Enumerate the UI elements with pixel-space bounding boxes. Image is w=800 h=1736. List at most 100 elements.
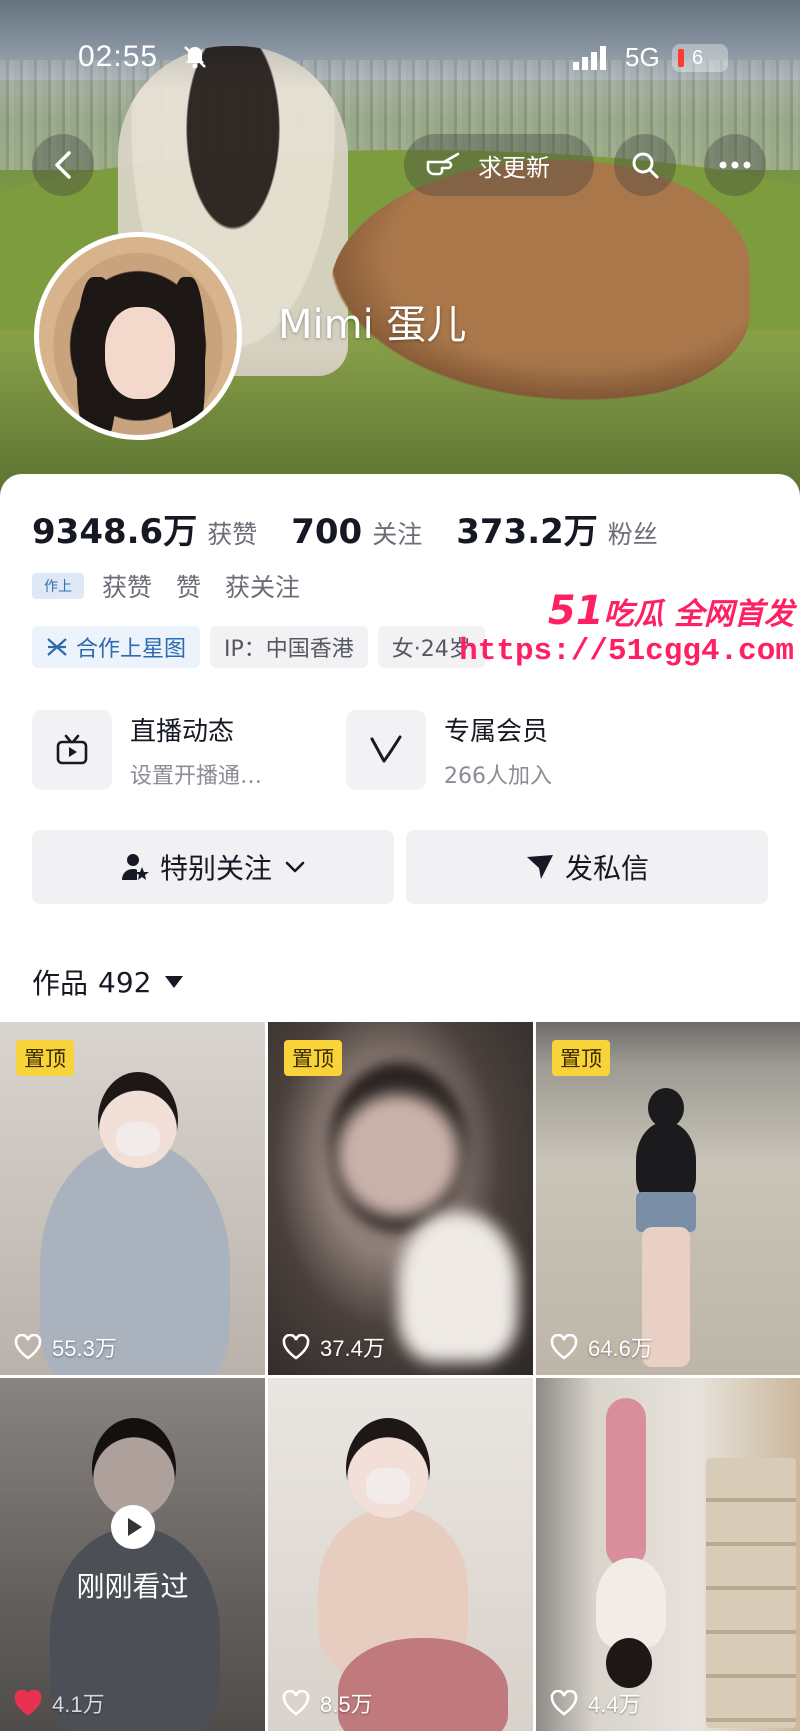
battery-level: 6 bbox=[692, 46, 704, 69]
watermark-brand: 51吃瓜 全网首发 bbox=[548, 588, 794, 634]
tv-icon bbox=[56, 734, 88, 765]
heart-icon bbox=[14, 1334, 42, 1360]
dropdown-caret-icon bbox=[165, 976, 184, 988]
creator-badge: 作上 bbox=[32, 573, 84, 599]
membership-subtitle: 266人加入 bbox=[444, 763, 552, 789]
tile-likes: 4.4万 bbox=[550, 1687, 641, 1719]
chevron-down-icon bbox=[285, 861, 305, 873]
works-tab[interactable]: 作品 492 bbox=[32, 962, 184, 1002]
tile-head bbox=[606, 1638, 652, 1688]
video-tile[interactable]: 置顶 64.6万 bbox=[536, 1022, 800, 1375]
profile-cover: 02:55 5G 6 求更新 Mimi 蛋儿 bbox=[0, 0, 800, 500]
ip-location-tag: IP：中国香港 bbox=[210, 626, 368, 668]
status-time: 02:55 bbox=[78, 40, 159, 73]
watermark-url: https://51cgg4.com bbox=[459, 634, 794, 669]
watermark-brand-text: 吃瓜 全网首发 bbox=[603, 597, 794, 632]
special-follow-button[interactable]: 特别关注 bbox=[32, 830, 394, 904]
tile-head bbox=[648, 1088, 684, 1128]
recently-viewed-label: 刚刚看过 bbox=[76, 1569, 189, 1603]
membership-title: 专属会员 bbox=[444, 716, 549, 747]
works-count: 492 bbox=[98, 965, 152, 999]
likes-detail-row: 作上 获赞 赞 获关注 bbox=[32, 568, 324, 604]
tile-mask bbox=[366, 1468, 410, 1504]
heart-icon bbox=[550, 1690, 578, 1716]
works-grid: 置顶 55.3万 置顶 37.4万 置顶 64.6万 刚刚看过 4.1万 8.5… bbox=[0, 1022, 800, 1736]
likes-count: 9348.6万 bbox=[32, 512, 198, 552]
send-message-label: 发私信 bbox=[564, 852, 649, 885]
tile-figure bbox=[596, 1558, 666, 1648]
star-map-icon bbox=[47, 638, 67, 656]
works-label: 作品 bbox=[32, 967, 89, 1000]
tile-likes-count: 4.1万 bbox=[52, 1692, 105, 1717]
bell-off-icon bbox=[184, 46, 206, 69]
pinned-badge: 置顶 bbox=[16, 1040, 74, 1076]
request-update-button[interactable]: 求更新 bbox=[404, 134, 594, 196]
star-map-label: 合作上星图 bbox=[76, 637, 187, 662]
special-follow-label: 特别关注 bbox=[159, 852, 272, 885]
heart-icon bbox=[282, 1334, 310, 1360]
tile-figure bbox=[398, 1212, 518, 1362]
vip-v-icon bbox=[370, 735, 402, 763]
hand-point-icon bbox=[426, 152, 460, 176]
username: Mimi 蛋儿 bbox=[278, 302, 467, 348]
tile-head bbox=[328, 1062, 468, 1232]
tile-likes: 55.3万 bbox=[14, 1331, 117, 1363]
network-type: 5G bbox=[625, 42, 660, 72]
battery-indicator: 6 bbox=[672, 44, 728, 72]
heart-icon bbox=[14, 1690, 42, 1716]
membership-entry[interactable]: 专属会员 266人加入 bbox=[346, 710, 552, 790]
search-icon bbox=[632, 152, 659, 179]
followers-label[interactable]: 粉丝 bbox=[608, 515, 658, 551]
watermark: 51吃瓜 全网首发 https://51cgg4.com bbox=[459, 588, 800, 678]
tile-shelf bbox=[706, 1458, 796, 1728]
tile-likes-count: 37.4万 bbox=[320, 1336, 385, 1361]
profile-card: 9348.6万 获赞 700 关注 373.2万 粉丝 作上 获赞 赞 获关注 … bbox=[0, 474, 800, 1022]
signal-icon bbox=[573, 46, 606, 70]
tile-likes: 37.4万 bbox=[282, 1331, 385, 1363]
send-message-button[interactable]: 发私信 bbox=[406, 830, 768, 904]
live-feed-entry[interactable]: 直播动态 设置开播通… bbox=[32, 710, 262, 790]
tile-likes: 8.5万 bbox=[282, 1687, 373, 1719]
likes-label[interactable]: 获赞 bbox=[207, 515, 257, 551]
back-button[interactable] bbox=[32, 134, 94, 196]
video-tile[interactable]: 置顶 37.4万 bbox=[268, 1022, 533, 1375]
tile-likes-count: 64.6万 bbox=[588, 1336, 653, 1361]
video-tile[interactable]: 置顶 55.3万 bbox=[0, 1022, 265, 1375]
avatar-face bbox=[105, 307, 175, 399]
avatar[interactable] bbox=[34, 232, 242, 440]
tile-likes-count: 55.3万 bbox=[52, 1336, 117, 1361]
heart-icon bbox=[282, 1690, 310, 1716]
more-button[interactable] bbox=[704, 134, 766, 196]
following-label[interactable]: 关注 bbox=[372, 515, 422, 551]
video-tile[interactable]: 刚刚看过 4.1万 bbox=[0, 1378, 265, 1731]
user-star-icon bbox=[121, 854, 149, 880]
heart-icon bbox=[550, 1334, 578, 1360]
live-feed-subtitle: 设置开播通… bbox=[130, 763, 263, 789]
back-icon bbox=[55, 151, 71, 179]
watermark-brand-num: 51 bbox=[547, 588, 604, 634]
live-feed-icon-box bbox=[32, 710, 112, 790]
following-count: 700 bbox=[291, 512, 363, 552]
tile-legs bbox=[606, 1398, 646, 1568]
send-icon bbox=[526, 855, 553, 879]
sub-text-1: 获赞 bbox=[102, 573, 153, 602]
tile-likes: 64.6万 bbox=[550, 1331, 653, 1363]
tile-shorts bbox=[636, 1192, 696, 1232]
pinned-badge: 置顶 bbox=[552, 1040, 610, 1076]
battery-fill bbox=[678, 49, 684, 67]
membership-icon-box bbox=[346, 710, 426, 790]
profile-tags: 合作上星图 IP：中国香港 女·24岁 bbox=[32, 626, 495, 668]
search-button[interactable] bbox=[614, 134, 676, 196]
tile-likes: 4.1万 bbox=[14, 1687, 105, 1719]
sub-text-3: 获关注 bbox=[225, 573, 301, 602]
pinned-badge: 置顶 bbox=[284, 1040, 342, 1076]
video-tile[interactable]: 8.5万 bbox=[268, 1378, 533, 1731]
followers-count: 373.2万 bbox=[456, 512, 598, 552]
sub-text-2: 赞 bbox=[176, 573, 202, 602]
stats-row: 9348.6万 获赞 700 关注 373.2万 粉丝 bbox=[32, 504, 692, 553]
recently-viewed-overlay: 刚刚看过 bbox=[0, 1378, 265, 1731]
tile-mask bbox=[116, 1122, 160, 1156]
tile-likes-count: 4.4万 bbox=[588, 1692, 641, 1717]
video-tile[interactable]: 4.4万 bbox=[536, 1378, 800, 1731]
star-map-tag[interactable]: 合作上星图 bbox=[32, 626, 201, 668]
